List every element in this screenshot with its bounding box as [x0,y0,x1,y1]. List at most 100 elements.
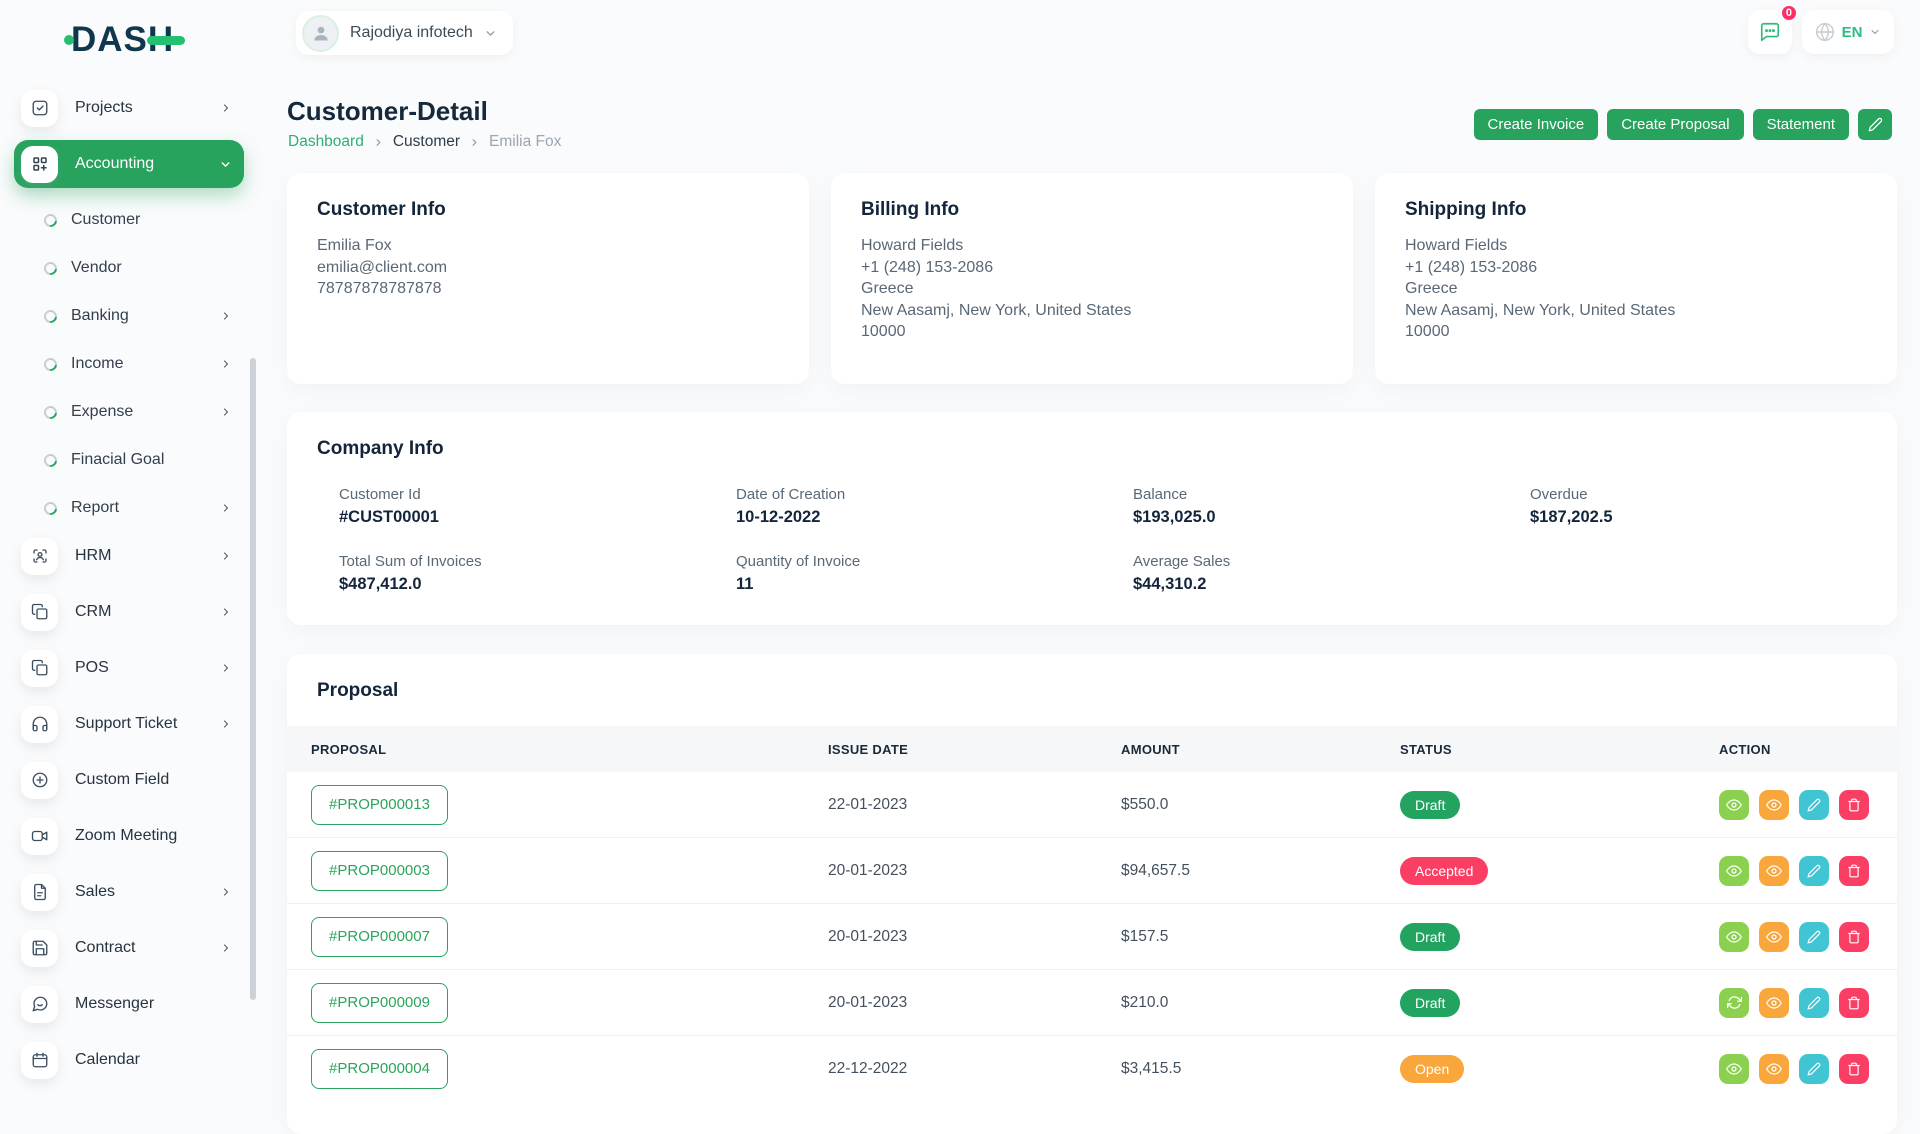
create-proposal-button[interactable]: Create Proposal [1607,109,1743,140]
proposal-title: Proposal [287,680,1897,702]
preview-button[interactable] [1759,1054,1789,1084]
breadcrumb-customer[interactable]: Customer [393,133,460,151]
column-amount: AMOUNT [1121,742,1400,757]
stat-quantity-invoice: Quantity of Invoice 11 [736,553,1133,594]
sidebar-item-contract[interactable]: Contract [14,924,244,972]
cards-icon [21,594,58,631]
edit-button[interactable] [1799,790,1829,820]
column-issue-date: ISSUE DATE [828,742,1121,757]
preview-button[interactable] [1759,856,1789,886]
plus-circle-icon [21,762,58,799]
sidebar-item-projects[interactable]: Projects [14,84,244,132]
statement-button[interactable]: Statement [1753,109,1849,140]
billing-name: Howard Fields [861,235,1323,257]
grid-plus-icon [21,146,58,183]
proposal-id-button[interactable]: #PROP000013 [311,785,448,825]
sidebar-item-expense[interactable]: Expense [14,388,244,436]
delete-button[interactable] [1839,988,1869,1018]
chat-bubble-icon [1759,21,1781,43]
billing-zip: 10000 [861,321,1323,343]
bullet-icon [41,355,59,373]
sidebar-item-calendar[interactable]: Calendar [14,1036,244,1084]
eye-icon [1766,1061,1782,1077]
delete-button[interactable] [1839,1054,1869,1084]
view-button[interactable] [1719,856,1749,886]
stat-customer-id: Customer Id #CUST00001 [339,486,736,527]
shipping-info-card: Shipping Info Howard Fields +1 (248) 153… [1375,173,1897,384]
language-code: EN [1842,24,1863,41]
bullet-icon [41,499,59,517]
sidebar-item-crm[interactable]: CRM [14,588,244,636]
language-selector[interactable]: EN [1802,10,1894,54]
proposal-id-button[interactable]: #PROP000003 [311,851,448,891]
sidebar-item-hrm[interactable]: HRM [14,532,244,580]
messages-count-badge: 0 [1779,3,1799,23]
sidebar-item-sales[interactable]: Sales [14,868,244,916]
breadcrumb-dashboard[interactable]: Dashboard [288,133,364,151]
logo-dot [64,35,74,45]
sidebar-scrollbar[interactable] [250,358,256,1000]
proposal-id-button[interactable]: #PROP000004 [311,1049,448,1089]
amount: $3,415.5 [1121,1060,1400,1078]
bullet-icon [41,307,59,325]
globe-icon [1815,22,1835,42]
sidebar-item-income[interactable]: Income [14,340,244,388]
messages-button[interactable]: 0 [1748,10,1792,54]
sidebar-item-zoom-meeting[interactable]: Zoom Meeting [14,812,244,860]
sidebar-item-banking[interactable]: Banking [14,292,244,340]
page-title: Customer-Detail [287,96,488,127]
table-row: #PROP000004 22-12-2022 $3,415.5 Open [287,1036,1897,1101]
sidebar: Projects Accounting Customer Vendor Bank… [14,84,244,1092]
sidebar-item-vendor[interactable]: Vendor [14,244,244,292]
preview-button[interactable] [1759,988,1789,1018]
delete-button[interactable] [1839,856,1869,886]
edit-button[interactable] [1799,988,1829,1018]
sidebar-item-accounting[interactable]: Accounting [14,140,244,188]
customer-email: emilia@client.com [317,257,779,279]
table-row: #PROP000013 22-01-2023 $550.0 Draft [287,772,1897,838]
trash-icon [1847,930,1861,944]
preview-button[interactable] [1759,922,1789,952]
workspace-selector[interactable]: Rajodiya infotech [296,11,513,55]
pencil-icon [1807,930,1821,944]
chevron-right-icon [220,406,232,418]
sidebar-item-messenger[interactable]: Messenger [14,980,244,1028]
chevron-down-icon [1869,26,1881,38]
view-button[interactable] [1719,922,1749,952]
save-icon [21,930,58,967]
preview-button[interactable] [1759,790,1789,820]
proposal-id-button[interactable]: #PROP000009 [311,983,448,1023]
edit-button[interactable] [1799,922,1829,952]
chevron-right-icon [220,358,232,370]
delete-button[interactable] [1839,922,1869,952]
view-button[interactable] [1719,790,1749,820]
sidebar-item-customer[interactable]: Customer [14,196,244,244]
logo-bar [147,36,185,45]
issue-date: 22-01-2023 [828,796,1121,814]
customer-info-card: Customer Info Emilia Fox emilia@client.c… [287,173,809,384]
sidebar-item-custom-field[interactable]: Custom Field [14,756,244,804]
convert-button[interactable] [1719,988,1749,1018]
stat-overdue: Overdue $187,202.5 [1530,486,1920,527]
sidebar-item-report[interactable]: Report [14,484,244,532]
edit-customer-button[interactable] [1858,109,1892,140]
breadcrumb-current: Emilia Fox [489,133,561,151]
edit-button[interactable] [1799,856,1829,886]
sidebar-item-support-ticket[interactable]: Support Ticket [14,700,244,748]
delete-button[interactable] [1839,790,1869,820]
stat-average-sales: Average Sales $44,310.2 [1133,553,1530,594]
pencil-icon [1868,117,1883,132]
chevron-right-icon [220,942,232,954]
eye-icon [1726,1061,1742,1077]
bullet-icon [41,259,59,277]
edit-button[interactable] [1799,1054,1829,1084]
proposal-id-button[interactable]: #PROP000007 [311,917,448,957]
user-scan-icon [21,538,58,575]
sidebar-item-finacial-goal[interactable]: Finacial Goal [14,436,244,484]
brand-logo: DASH [64,20,185,60]
eye-icon [1766,797,1782,813]
view-button[interactable] [1719,1054,1749,1084]
sidebar-item-pos[interactable]: POS [14,644,244,692]
table-row: #PROP000003 20-01-2023 $94,657.5 Accepte… [287,838,1897,904]
create-invoice-button[interactable]: Create Invoice [1474,109,1599,140]
